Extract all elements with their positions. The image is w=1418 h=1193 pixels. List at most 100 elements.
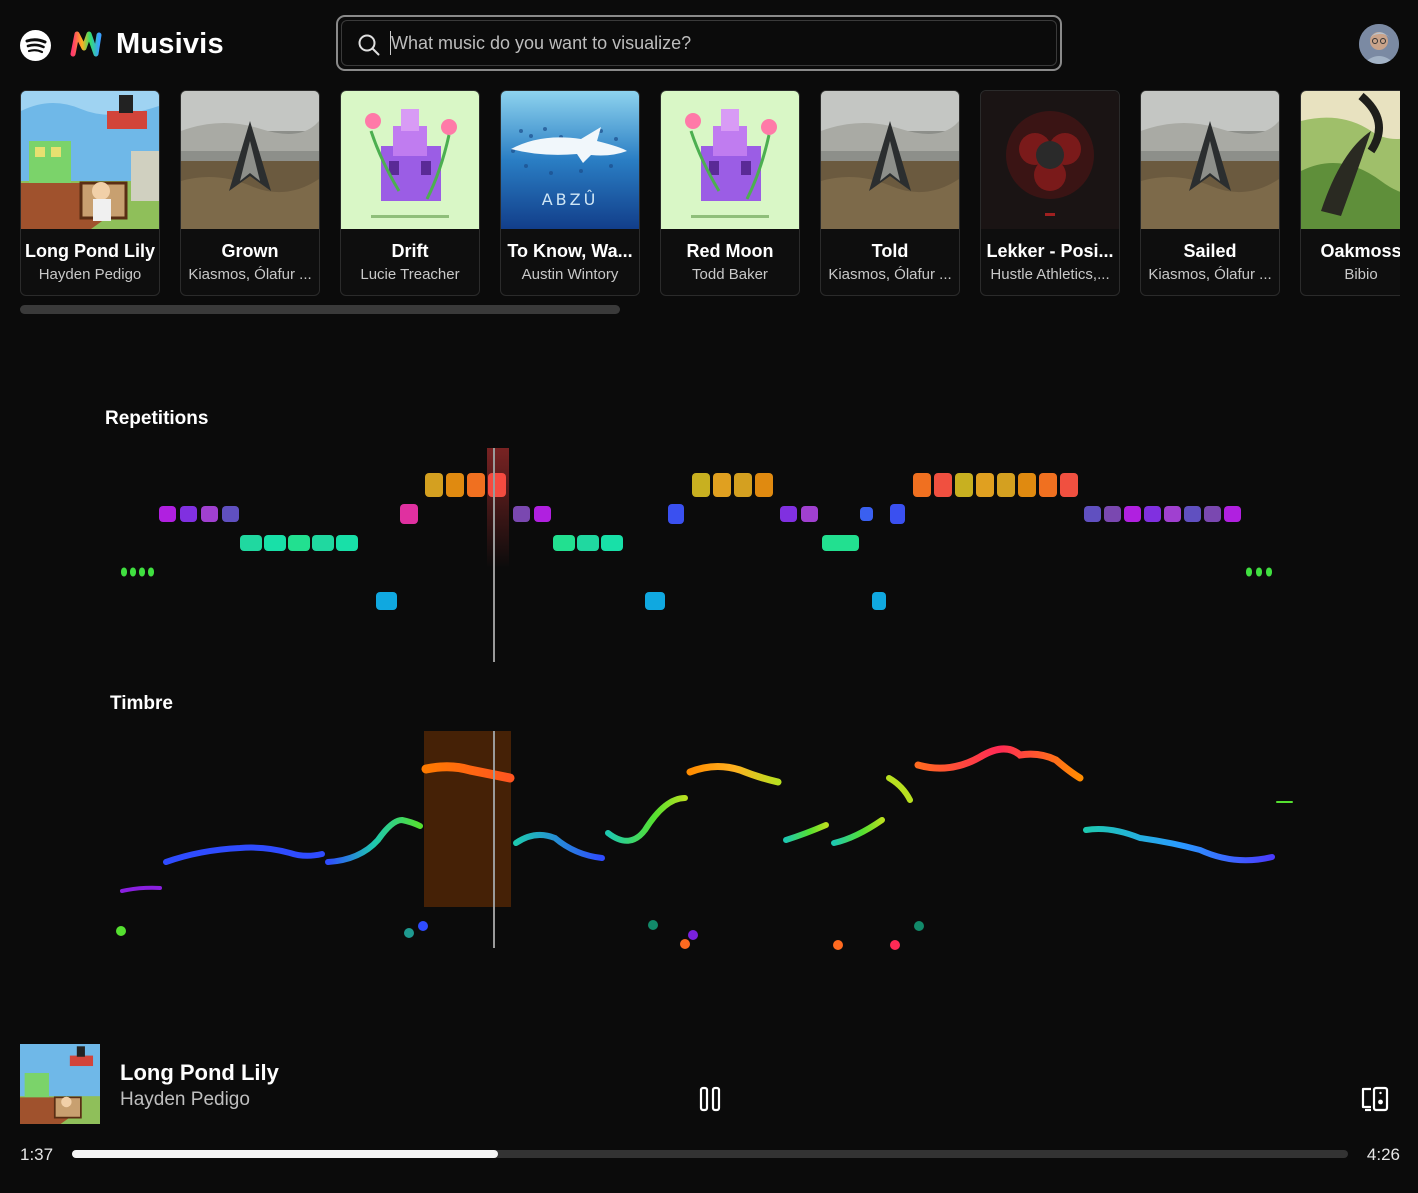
repetition-block bbox=[534, 506, 551, 522]
repetition-block bbox=[240, 535, 262, 551]
progress-fill bbox=[72, 1150, 499, 1158]
repetition-block bbox=[1246, 567, 1252, 577]
search-box[interactable] bbox=[336, 15, 1062, 71]
spotify-icon[interactable] bbox=[20, 30, 51, 61]
now-playing-title: Long Pond Lily bbox=[120, 1060, 279, 1085]
repetition-block bbox=[336, 535, 358, 551]
progress-bar[interactable] bbox=[72, 1150, 1348, 1158]
repetition-block bbox=[1184, 506, 1201, 522]
timbre-dot bbox=[116, 926, 126, 936]
repetition-block bbox=[467, 473, 485, 497]
timbre-curve bbox=[325, 816, 423, 865]
repetition-block bbox=[222, 506, 239, 522]
timbre-dot bbox=[680, 939, 690, 949]
repetition-block bbox=[148, 567, 154, 577]
repetition-block bbox=[130, 567, 136, 577]
album-artist: Hayden Pedigo bbox=[38, 266, 142, 283]
repetition-block bbox=[1124, 506, 1141, 522]
album-title: Grown bbox=[221, 241, 279, 261]
repetitions-chart bbox=[121, 448, 1272, 662]
album-card[interactable]: Sailed Kiasmos, Ólafur ... bbox=[1140, 90, 1280, 296]
repetition-block bbox=[1266, 567, 1272, 577]
album-card[interactable]: Lekker - Posi... Hustle Athletics,... bbox=[980, 90, 1120, 296]
timbre-curve bbox=[1083, 826, 1275, 864]
album-title: To Know, Wa... bbox=[507, 241, 633, 261]
repetition-block bbox=[288, 535, 310, 551]
timbre-curve bbox=[831, 817, 885, 846]
repetition-block bbox=[264, 535, 286, 551]
repetition-block bbox=[513, 506, 530, 522]
repetition-block bbox=[577, 535, 599, 551]
timbre-curve bbox=[163, 844, 325, 865]
repetition-block bbox=[312, 535, 334, 551]
repetition-block bbox=[860, 507, 873, 521]
pause-icon[interactable] bbox=[699, 1086, 721, 1112]
album-art bbox=[821, 91, 959, 229]
album-card[interactable]: Red Moon Todd Baker bbox=[660, 90, 800, 296]
album-card[interactable]: Grown Kiasmos, Ólafur ... bbox=[180, 90, 320, 296]
album-title: Red Moon bbox=[686, 241, 774, 261]
carousel-scrollbar[interactable] bbox=[20, 305, 620, 314]
current-segment-highlight bbox=[424, 731, 511, 907]
album-card[interactable]: Told Kiasmos, Ólafur ... bbox=[820, 90, 960, 296]
timbre-dot bbox=[833, 940, 843, 950]
repetition-block bbox=[1204, 506, 1221, 522]
album-card[interactable]: Long Pond Lily Hayden Pedigo bbox=[20, 90, 160, 296]
repetition-block bbox=[121, 567, 127, 577]
repetition-block bbox=[801, 506, 818, 522]
repetition-block bbox=[1039, 473, 1057, 497]
user-avatar[interactable] bbox=[1359, 24, 1399, 64]
now-playing-artist: Hayden Pedigo bbox=[120, 1089, 250, 1110]
connect-device-icon[interactable] bbox=[1360, 1086, 1390, 1112]
repetition-block bbox=[976, 473, 994, 497]
search-icon bbox=[358, 34, 380, 56]
repetition-block bbox=[692, 473, 710, 497]
repetition-block bbox=[180, 506, 197, 522]
current-time: 1:37 bbox=[20, 1145, 54, 1164]
repetition-block bbox=[553, 535, 575, 551]
repetition-block bbox=[645, 592, 665, 610]
repetition-block bbox=[1084, 506, 1101, 522]
timbre-chart bbox=[116, 731, 1293, 950]
total-time: 4:26 bbox=[1366, 1145, 1400, 1164]
top-bar: Musivis bbox=[0, 0, 1418, 90]
album-title: Long Pond Lily bbox=[25, 241, 155, 261]
repetition-block bbox=[601, 535, 623, 551]
timbre-dot bbox=[404, 928, 414, 938]
repetition-block bbox=[1144, 506, 1161, 522]
repetition-block bbox=[1018, 473, 1036, 497]
repetition-block bbox=[713, 473, 731, 497]
musivis-logo-icon bbox=[70, 31, 102, 57]
album-card[interactable]: ABZÛ To Know, Wa... Austin Wintory bbox=[500, 90, 640, 296]
repetition-block bbox=[734, 473, 752, 497]
album-card[interactable]: Oakmoss Bibio bbox=[1300, 90, 1400, 296]
album-title: Told bbox=[871, 241, 909, 261]
repetition-block bbox=[1060, 473, 1078, 497]
album-title: Oakmoss bbox=[1320, 241, 1400, 261]
timbre-dot bbox=[890, 940, 900, 950]
repetition-block bbox=[1256, 567, 1262, 577]
repetition-block bbox=[913, 473, 931, 497]
album-art bbox=[661, 91, 799, 229]
abzu-wordmark: ABZÛ bbox=[542, 190, 599, 209]
search-input[interactable] bbox=[390, 31, 1011, 55]
timbre-curve bbox=[513, 831, 605, 861]
album-card[interactable]: Drift Lucie Treacher bbox=[340, 90, 480, 296]
album-art: ABZÛ bbox=[501, 91, 639, 229]
timbre-curve bbox=[605, 795, 688, 844]
now-playing-cover[interactable] bbox=[20, 1044, 100, 1124]
timbre-dot bbox=[418, 921, 428, 931]
album-carousel[interactable]: Long Pond Lily Hayden Pedigo Grown Kiasm… bbox=[20, 90, 1400, 296]
album-artist: Kiasmos, Ólafur ... bbox=[828, 266, 952, 283]
repetition-block bbox=[780, 506, 797, 522]
player-bar: Long Pond Lily Hayden Pedigo 1:37 4:26 bbox=[0, 1030, 1418, 1193]
album-art bbox=[1141, 91, 1279, 229]
timbre-curve bbox=[120, 885, 162, 893]
repetition-block bbox=[446, 473, 464, 497]
album-artist: Lucie Treacher bbox=[360, 266, 460, 283]
album-title: Lekker - Posi... bbox=[986, 241, 1114, 261]
album-artist: Hustle Athletics,... bbox=[990, 266, 1110, 283]
repetition-block bbox=[201, 506, 218, 522]
repetitions-label: Repetitions bbox=[105, 408, 209, 429]
album-art bbox=[181, 91, 319, 229]
